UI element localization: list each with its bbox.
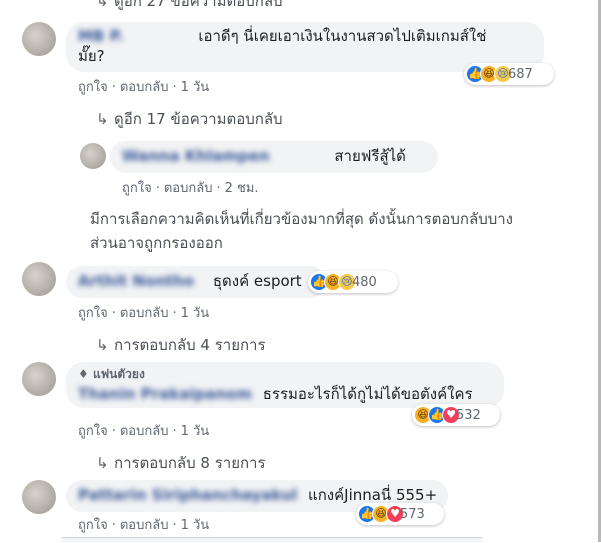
reply-arrow-icon: ↳: [96, 110, 109, 128]
reaction-summary[interactable]: 😆 👍 ♥ 532: [412, 404, 500, 426]
view-replies-link[interactable]: ↳ การตอบกลับ 8 รายการ: [96, 451, 266, 475]
filter-notice: มีการเลือกความคิดเห็นที่เกี่ยวข้องมากที่…: [90, 207, 513, 255]
commenter-name[interactable]: Arthit Nontho: [78, 272, 194, 290]
like-link[interactable]: ถูกใจ: [78, 80, 108, 95]
more-replies-label: ดูอีก 27 ข้อความตอบกลับ: [114, 0, 283, 10]
reaction-summary[interactable]: 👍 😆 😢 687: [464, 63, 554, 85]
avatar[interactable]: [22, 262, 56, 296]
commenter-name[interactable]: Pattarin Siriphanchayakul: [78, 486, 297, 504]
comment-actions: ถูกใจ · ตอบกลับ · 1 วัน: [78, 518, 210, 533]
reaction-summary[interactable]: 👍 😆 ♥ 573: [356, 503, 444, 525]
reaction-count: 480: [352, 274, 377, 290]
comment-bubble: ♦ แฟนตัวยง Thanin Prakaipanom ธรรมอะไรก็…: [66, 362, 504, 408]
filter-notice-line1: มีการเลือกความคิดเห็นที่เกี่ยวข้องมากที่…: [90, 210, 513, 228]
comment-actions: ถูกใจ · ตอบกลับ · 1 วัน: [78, 306, 210, 321]
avatar[interactable]: [22, 480, 56, 514]
commenter-name[interactable]: Wanna Khlampen: [122, 147, 270, 165]
top-fan-badge: ♦ แฟนตัวยง: [78, 364, 492, 384]
reaction-count: 573: [400, 506, 425, 522]
reaction-count: 532: [456, 407, 481, 423]
comment-text-line2: มั๊ย?: [78, 47, 105, 65]
like-link[interactable]: ถูกใจ: [122, 181, 152, 196]
reply-link[interactable]: ตอบกลับ: [120, 518, 169, 533]
more-replies-link-top[interactable]: ↳ ดูอีก 27 ข้อความตอบกลับ: [96, 0, 283, 13]
comment-composer-edge: [62, 537, 482, 543]
comment-time[interactable]: 1 วัน: [181, 80, 210, 95]
filter-notice-line2: ส่วนอาจถูกกรองออก: [90, 234, 223, 252]
comment-text: เอาดีๆ นี่เคยเอาเงินในงานสวดไปเติมเกมส์ใ…: [198, 27, 487, 45]
reaction-count: 687: [508, 66, 533, 82]
comment-bubble: Arthit Nontho ธุดงค์ esport: [66, 266, 326, 298]
top-fan-label: แฟนตัวยง: [92, 367, 145, 381]
commenter-name[interactable]: MB P.: [78, 27, 124, 45]
avatar[interactable]: [80, 143, 106, 169]
like-link[interactable]: ถูกใจ: [78, 518, 108, 533]
view-replies-link[interactable]: ↳ การตอบกลับ 4 รายการ: [96, 333, 266, 357]
reply-link[interactable]: ตอบกลับ: [120, 306, 169, 321]
comment-actions: ถูกใจ · ตอบกลับ · 2 ชม.: [122, 181, 259, 196]
more-replies-link[interactable]: ↳ ดูอีก 17 ข้อความตอบกลับ: [96, 107, 283, 131]
comment-text: ธุดงค์ esport: [212, 272, 302, 290]
reply-link[interactable]: ตอบกลับ: [164, 181, 213, 196]
reply-arrow-icon: ↳: [96, 0, 109, 10]
comment-text: แกงค์Jinnaนี่ 555+: [308, 486, 438, 504]
comment-time[interactable]: 1 วัน: [181, 306, 210, 321]
commenter-name[interactable]: Thanin Prakaipanom: [78, 385, 252, 403]
comment-actions: ถูกใจ · ตอบกลับ · 1 วัน: [78, 424, 210, 439]
reply-link[interactable]: ตอบกลับ: [120, 80, 169, 95]
more-replies-label: ดูอีก 17 ข้อความตอบกลับ: [114, 110, 283, 128]
reaction-summary[interactable]: 👍 😆 😢 480: [308, 271, 398, 293]
reply-bubble: Wanna Khlampen สายฟรีสู้ได้: [110, 141, 438, 173]
reply-arrow-icon: ↳: [96, 454, 109, 472]
comment-time[interactable]: 2 ชม.: [225, 181, 259, 196]
like-link[interactable]: ถูกใจ: [78, 424, 108, 439]
like-link[interactable]: ถูกใจ: [78, 306, 108, 321]
view-replies-label: การตอบกลับ 4 รายการ: [114, 336, 266, 354]
comment-actions: ถูกใจ · ตอบกลับ · 1 วัน: [78, 80, 210, 95]
avatar[interactable]: [22, 362, 56, 396]
top-fan-icon: ♦: [78, 367, 89, 381]
comment-time[interactable]: 1 วัน: [181, 518, 210, 533]
view-replies-label: การตอบกลับ 8 รายการ: [114, 454, 266, 472]
avatar[interactable]: [22, 22, 56, 56]
reply-link[interactable]: ตอบกลับ: [120, 424, 169, 439]
comment-text: สายฟรีสู้ได้: [334, 147, 406, 165]
reply-arrow-icon: ↳: [96, 336, 109, 354]
comment-text: ธรรมอะไรก็ได้กูไม่ได้ขอตังค์ใคร: [262, 385, 473, 403]
comment-time[interactable]: 1 วัน: [181, 424, 210, 439]
